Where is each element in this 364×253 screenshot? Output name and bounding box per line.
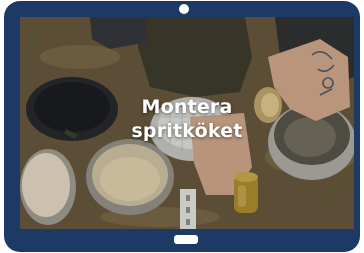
video-title: Montera spritköket: [20, 95, 354, 143]
video-title-line1: Montera: [141, 96, 233, 118]
tablet-frame: Montera spritköket: [4, 1, 360, 252]
video-frame[interactable]: Montera spritköket: [20, 17, 354, 229]
camera-dot: [179, 4, 189, 14]
video-title-line2: spritköket: [131, 120, 243, 142]
home-button[interactable]: [174, 235, 198, 244]
